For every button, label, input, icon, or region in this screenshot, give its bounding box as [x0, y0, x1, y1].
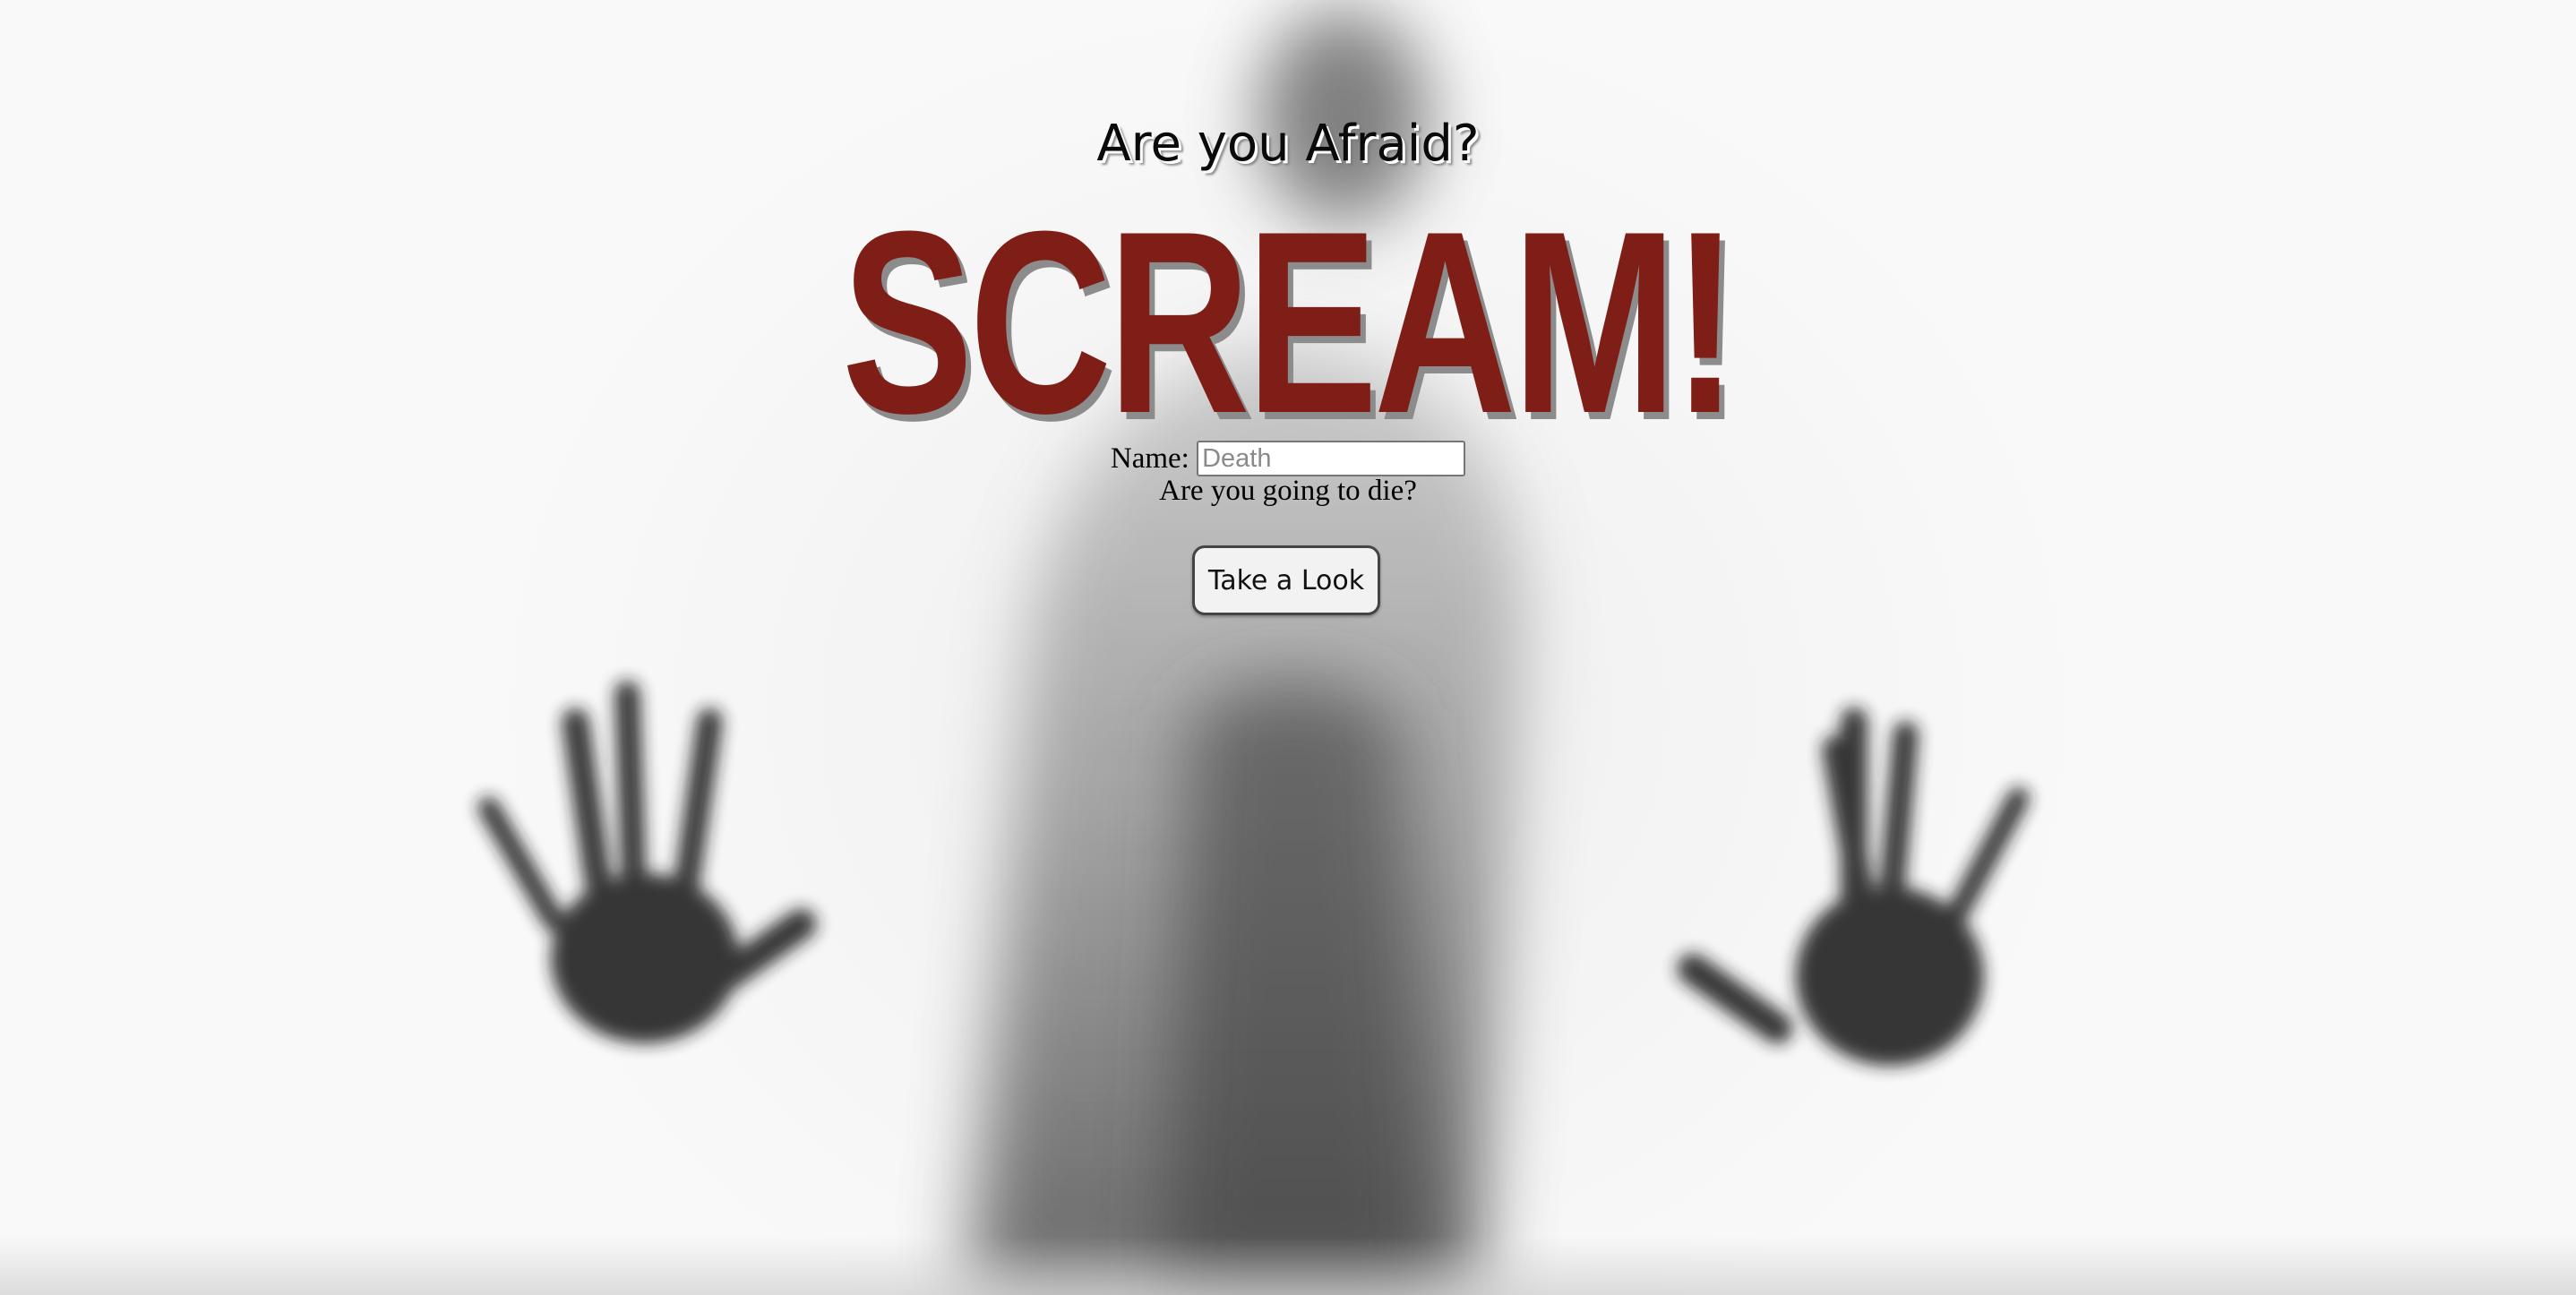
- question-text: Are you going to die?: [1159, 475, 1417, 507]
- tagline: Are you Afraid?: [1096, 115, 1480, 173]
- floor-shadow: [0, 1236, 2576, 1295]
- name-form-row: Name:: [0, 441, 2576, 477]
- name-label: Name:: [1110, 442, 1189, 475]
- left-hand: [477, 681, 817, 1043]
- take-a-look-button[interactable]: Take a Look: [1192, 545, 1380, 615]
- scream-logo-title: SCREAM!: [841, 177, 1739, 467]
- right-hand: [1677, 708, 2030, 1066]
- name-input[interactable]: [1197, 441, 1466, 477]
- figure-core: [1164, 681, 1433, 1295]
